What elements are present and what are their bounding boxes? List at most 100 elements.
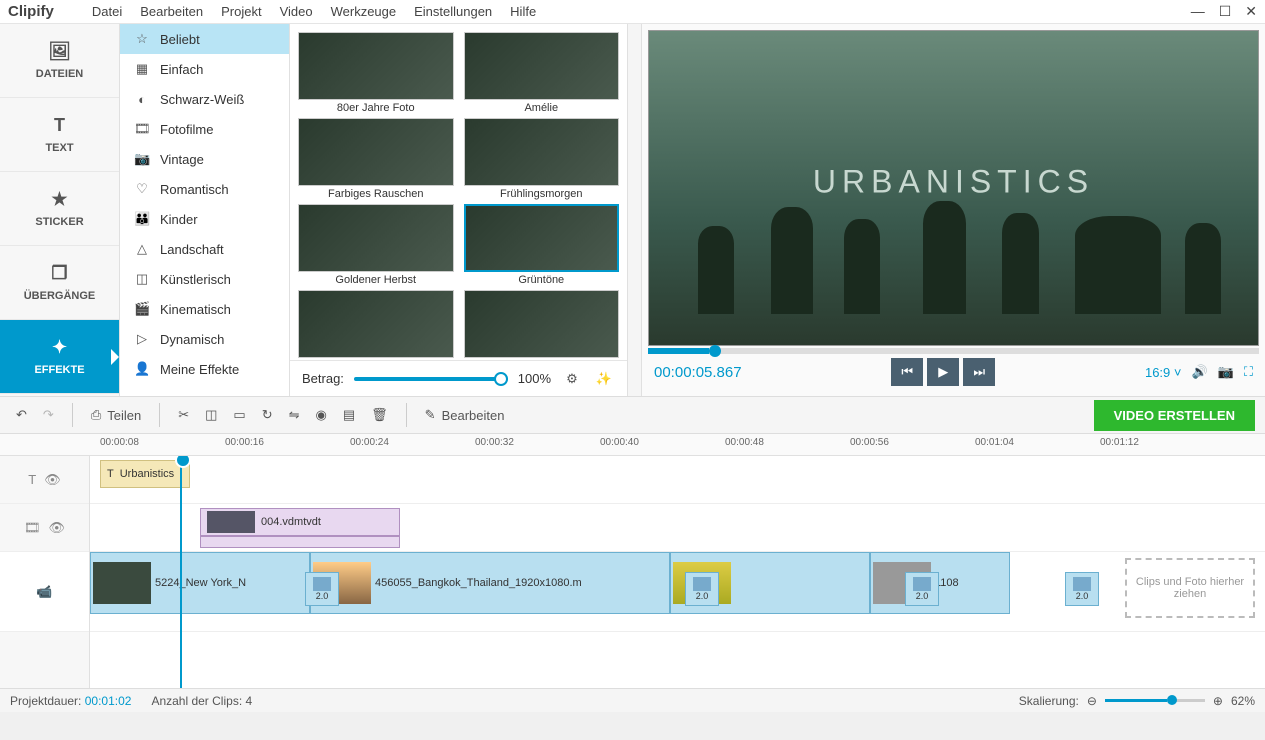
category-beliebt[interactable]: ☆Beliebt bbox=[120, 24, 289, 54]
fullscreen-icon[interactable]: ⛶ bbox=[1244, 364, 1253, 380]
crop-button[interactable]: ◫ bbox=[199, 403, 223, 427]
project-duration: Projektdauer: 00:01:02 bbox=[10, 694, 131, 708]
text-clip-label: Urbanistics bbox=[120, 468, 174, 480]
tab-text[interactable]: TTEXT bbox=[0, 98, 119, 172]
category-einfach[interactable]: ▦Einfach bbox=[120, 54, 289, 84]
effect-fruehlingsmorgen[interactable]: Frühlingsmorgen bbox=[464, 118, 620, 200]
preview-seekbar[interactable] bbox=[648, 348, 1259, 354]
magic-wand-icon[interactable]: ✨ bbox=[593, 368, 615, 390]
undo-button[interactable]: ↶ bbox=[10, 403, 33, 427]
tab-sticker[interactable]: ★STICKER bbox=[0, 172, 119, 246]
preview-viewport[interactable]: URBANISTICS bbox=[648, 30, 1259, 346]
video2-track-head[interactable]: 🎞👁 bbox=[0, 504, 89, 552]
category-dynamisch[interactable]: ▷Dynamisch bbox=[120, 324, 289, 354]
tab-effekte[interactable]: ✦EFFEKTE bbox=[0, 320, 119, 394]
menu-bearbeiten[interactable]: Bearbeiten bbox=[140, 4, 203, 19]
settings-icon[interactable]: ⚙ bbox=[561, 368, 583, 390]
heart-icon: ♡ bbox=[134, 181, 150, 197]
delete-button[interactable]: 🗑 bbox=[365, 403, 394, 427]
category-romantisch[interactable]: ♡Romantisch bbox=[120, 174, 289, 204]
timeline-ruler[interactable]: 00:00:08 00:00:16 00:00:24 00:00:32 00:0… bbox=[0, 434, 1265, 456]
create-video-button[interactable]: VIDEO ERSTELLEN bbox=[1094, 400, 1255, 431]
window-minimize-icon[interactable]: — bbox=[1191, 3, 1205, 20]
category-kuenstlerisch[interactable]: ◫Künstlerisch bbox=[120, 264, 289, 294]
main-clip-1[interactable]: 5224_New York_N bbox=[90, 552, 310, 614]
window-maximize-icon[interactable]: ☐ bbox=[1219, 3, 1232, 20]
menu-video[interactable]: Video bbox=[280, 4, 313, 19]
clip-label: 5224_New York_N bbox=[155, 577, 246, 589]
effect-item[interactable] bbox=[464, 290, 620, 360]
volume-icon[interactable]: 🔊 bbox=[1192, 364, 1208, 380]
transition-1[interactable]: 2.0 bbox=[305, 572, 339, 606]
menu-werkzeuge[interactable]: Werkzeuge bbox=[331, 4, 397, 19]
effect-item[interactable] bbox=[298, 290, 454, 360]
window-close-icon[interactable]: ✕ bbox=[1245, 3, 1257, 20]
eye-icon[interactable]: 👁 bbox=[49, 520, 66, 536]
zoom-out-button[interactable]: ⊖ bbox=[1087, 694, 1097, 708]
preview-timecode: 00:00:05.867 bbox=[654, 364, 742, 381]
kids-icon: 👪 bbox=[134, 211, 150, 227]
aspect-ratio-selector[interactable]: 16:9 ˅ bbox=[1145, 365, 1182, 380]
effect-80er[interactable]: 80er Jahre Foto bbox=[298, 32, 454, 114]
mountain-icon: △ bbox=[134, 241, 150, 257]
category-fotofilme[interactable]: 🎞Fotofilme bbox=[120, 114, 289, 144]
transition-3[interactable]: 2.0 bbox=[905, 572, 939, 606]
transition-2[interactable]: 2.0 bbox=[685, 572, 719, 606]
effect-goldener-herbst[interactable]: Goldener Herbst bbox=[298, 204, 454, 286]
category-vintage[interactable]: 📷Vintage bbox=[120, 144, 289, 174]
text-track-head[interactable]: T👁 bbox=[0, 456, 89, 504]
timeline-dropzone[interactable]: Clips und Foto hierher ziehen bbox=[1125, 558, 1255, 618]
split-button[interactable]: ⎙ Teilen bbox=[85, 403, 147, 427]
category-schwarz-weiss[interactable]: ◐Schwarz-Weiß bbox=[120, 84, 289, 114]
zoom-in-button[interactable]: ⊕ bbox=[1213, 694, 1223, 708]
zoom-slider[interactable] bbox=[1105, 699, 1205, 702]
category-kinematisch[interactable]: 🎬Kinematisch bbox=[120, 294, 289, 324]
overlay-video-clip[interactable]: 004.vdmtvdt bbox=[200, 508, 400, 536]
effects-scrollbar[interactable] bbox=[627, 24, 641, 396]
effect-gruentoene[interactable]: Grüntöne bbox=[464, 204, 620, 286]
menu-datei[interactable]: Datei bbox=[92, 4, 122, 19]
menu-projekt[interactable]: Projekt bbox=[221, 4, 261, 19]
clip-thumbnail bbox=[207, 511, 255, 533]
cut-button[interactable]: ✂ bbox=[172, 403, 195, 427]
movie-icon: 🎬 bbox=[134, 301, 150, 317]
menu-einstellungen[interactable]: Einstellungen bbox=[414, 4, 492, 19]
tab-uebergaenge[interactable]: ❐ÜBERGÄNGE bbox=[0, 246, 119, 320]
effect-amelie[interactable]: Amélie bbox=[464, 32, 620, 114]
chroma-button[interactable]: ◉ bbox=[310, 403, 333, 427]
overlay-audio-clip[interactable] bbox=[200, 536, 400, 548]
transition-icon: ❐ bbox=[51, 263, 67, 284]
main-clip-2[interactable]: 456055_Bangkok_Thailand_1920x1080.m bbox=[310, 552, 670, 614]
next-frame-button[interactable]: ⏭ bbox=[963, 358, 995, 386]
frame-button[interactable]: ▭ bbox=[227, 403, 251, 427]
transition-4[interactable]: 2.0 bbox=[1065, 572, 1099, 606]
tab-dateien[interactable]: 🖼DATEIEN bbox=[0, 24, 119, 98]
ruler-tick: 00:00:32 bbox=[475, 437, 514, 448]
menu-hilfe[interactable]: Hilfe bbox=[510, 4, 536, 19]
ruler-tick: 00:00:40 bbox=[600, 437, 639, 448]
effects-grid: 80er Jahre Foto Amélie Farbiges Rauschen… bbox=[290, 24, 627, 360]
category-kinder[interactable]: 👪Kinder bbox=[120, 204, 289, 234]
app-logo: Clipify bbox=[8, 3, 54, 20]
amount-slider[interactable] bbox=[354, 377, 508, 381]
category-meine-effekte[interactable]: 👤Meine Effekte bbox=[120, 354, 289, 384]
rotate-button[interactable]: ↻ bbox=[256, 403, 279, 427]
flip-button[interactable]: ⇋ bbox=[283, 403, 306, 427]
ruler-tick: 00:00:08 bbox=[100, 437, 139, 448]
text-icon: T bbox=[54, 115, 65, 136]
film-icon: 🎞 bbox=[134, 121, 150, 137]
snapshot-icon[interactable]: 📷 bbox=[1218, 364, 1234, 380]
eye-icon[interactable]: 👁 bbox=[44, 472, 61, 488]
zoom-label: Skalierung: bbox=[1019, 694, 1079, 708]
edit-button[interactable]: ✎ Bearbeiten bbox=[419, 403, 511, 427]
prev-frame-button[interactable]: ⏮ bbox=[891, 358, 923, 386]
stabilize-button[interactable]: ▤ bbox=[337, 403, 361, 427]
play-button[interactable]: ▶ bbox=[927, 358, 959, 386]
effect-farbiges-rauschen[interactable]: Farbiges Rauschen bbox=[298, 118, 454, 200]
camera-track-icon: 📹 bbox=[36, 584, 52, 600]
redo-button[interactable]: ↷ bbox=[37, 403, 60, 427]
main-clip-4[interactable]: 1108 bbox=[870, 552, 1010, 614]
playhead[interactable] bbox=[180, 456, 182, 688]
category-landschaft[interactable]: △Landschaft bbox=[120, 234, 289, 264]
main-track-head[interactable]: 📹 bbox=[0, 552, 89, 632]
